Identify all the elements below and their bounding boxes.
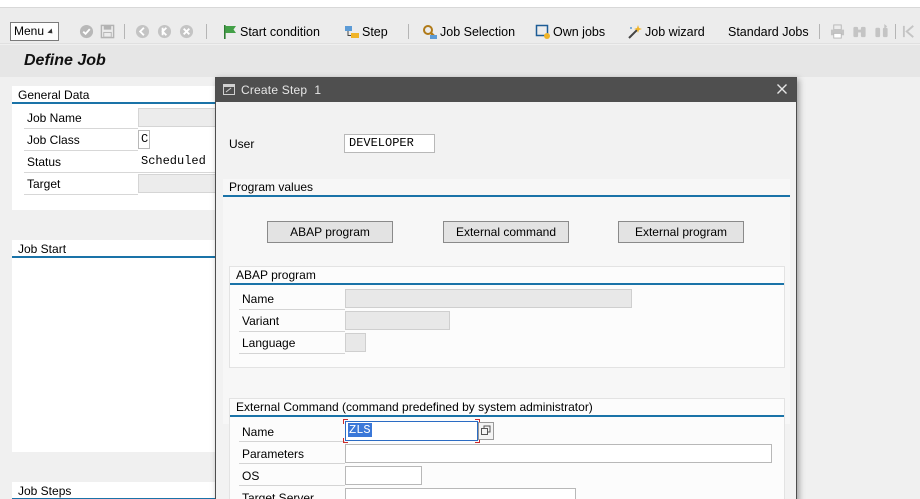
dialog-title-text: Create Step (241, 83, 308, 97)
user-field[interactable]: DEVELOPER (344, 134, 435, 153)
external-program-button[interactable]: External program (618, 221, 744, 243)
os-field[interactable] (345, 466, 422, 485)
row-divider (24, 150, 138, 151)
row-divider (239, 463, 345, 464)
save-icon[interactable] (100, 24, 115, 39)
general-data-panel: General Data Job Name Job Class C Status… (12, 86, 228, 210)
ext-command-name-value: ZLS (348, 423, 372, 437)
menu-button[interactable]: Menu (10, 22, 59, 41)
abap-name-field[interactable] (345, 289, 632, 308)
job-start-header: Job Start (12, 240, 227, 258)
value-help-icon[interactable] (478, 422, 494, 440)
focus-corner (343, 438, 348, 443)
step-button[interactable]: Step (344, 22, 388, 42)
toolbar-separator (408, 24, 409, 39)
variant-field[interactable] (345, 311, 450, 330)
job-selection-label: Job Selection (440, 25, 516, 39)
status-label: Status (27, 155, 62, 169)
step-icon (345, 26, 359, 38)
check-icon[interactable] (79, 24, 94, 39)
row-divider (239, 441, 345, 442)
edit-window-icon (223, 84, 235, 95)
standard-jobs-label: Standard Jobs (728, 25, 809, 39)
job-name-label: Job Name (27, 111, 82, 125)
menu-button-label: Menu (14, 24, 45, 38)
find-icon[interactable] (852, 24, 867, 39)
job-selection-icon (423, 25, 437, 39)
external-command-header: External Command (command predefined by … (230, 399, 784, 417)
parameters-label: Parameters (242, 447, 305, 461)
job-wizard-label: Job wizard (645, 25, 705, 39)
dialog-step-number: 1 (314, 83, 322, 97)
job-class-field[interactable]: C (138, 130, 150, 149)
row-divider (24, 194, 138, 195)
language-field[interactable] (345, 333, 366, 352)
user-label: User (229, 137, 255, 151)
job-steps-header: Job Steps (12, 482, 227, 499)
job-steps-panel: Job Steps (12, 482, 227, 499)
own-jobs-label: Own jobs (553, 25, 606, 39)
target-server-label: Target Server (242, 491, 315, 499)
find-next-icon[interactable] (874, 24, 889, 39)
general-data-header: General Data (12, 86, 227, 104)
ext-command-name-field[interactable]: ZLS (345, 421, 478, 441)
job-selection-button[interactable]: Job Selection (422, 22, 515, 42)
dialog-body: User DEVELOPER Program values ABAP progr… (216, 102, 796, 499)
application-toolbar: Menu Start condition Step Job Selection (0, 0, 920, 44)
os-label: OS (242, 469, 260, 483)
program-values-header: Program values (223, 179, 790, 197)
job-start-panel: Job Start (12, 240, 227, 452)
target-label: Target (27, 177, 61, 191)
flag-icon (224, 25, 236, 39)
row-divider (24, 128, 138, 129)
window-top-strip (0, 0, 920, 8)
focus-corner (343, 419, 348, 424)
abap-name-label: Name (242, 292, 275, 306)
status-value: Scheduled (141, 154, 206, 168)
dialog-title: Create Step 1 (241, 83, 321, 97)
dialog-title-bar[interactable]: Create Step 1 (216, 78, 796, 102)
toolbar-separator (124, 24, 125, 39)
abap-program-button[interactable]: ABAP program (267, 221, 393, 243)
variant-label: Variant (242, 314, 280, 328)
language-label: Language (242, 336, 296, 350)
external-command-button[interactable]: External command (443, 221, 569, 243)
chevron-down-icon (47, 28, 55, 36)
start-condition-button[interactable]: Start condition (222, 22, 320, 42)
row-divider (24, 172, 224, 173)
parameters-field[interactable] (345, 444, 772, 463)
own-jobs-button[interactable]: Own jobs (535, 22, 605, 42)
row-divider (239, 331, 345, 332)
standard-jobs-button[interactable]: Standard Jobs (728, 22, 809, 42)
toolbar-separator (206, 24, 207, 39)
exit-icon[interactable] (157, 24, 172, 39)
create-step-dialog: Create Step 1 User DEVELOPER Program val… (215, 77, 797, 499)
toolbar-separator (895, 24, 896, 39)
abap-program-header: ABAP program (230, 267, 784, 285)
title-bar: Define Job (0, 45, 920, 77)
row-divider (239, 485, 345, 486)
own-jobs-icon (535, 24, 550, 39)
row-divider (239, 353, 345, 354)
target-server-field[interactable] (345, 488, 576, 499)
back-icon[interactable] (135, 24, 150, 39)
magic-wand-icon (628, 25, 642, 39)
job-class-label: Job Class (27, 133, 80, 147)
close-icon[interactable] (774, 81, 790, 97)
job-wizard-button[interactable]: Job wizard (627, 22, 705, 42)
row-divider (239, 309, 345, 310)
ext-name-label: Name (242, 425, 275, 439)
toolbar-separator (819, 24, 820, 39)
cancel-icon[interactable] (179, 24, 194, 39)
start-condition-label: Start condition (240, 25, 320, 39)
page-title: Define Job (24, 52, 106, 69)
abap-program-section: ABAP program Name Variant Language (229, 266, 785, 368)
external-command-section: External Command (command predefined by … (229, 398, 785, 499)
first-page-icon[interactable] (902, 24, 917, 39)
print-icon[interactable] (830, 24, 845, 39)
step-label: Step (362, 25, 388, 39)
